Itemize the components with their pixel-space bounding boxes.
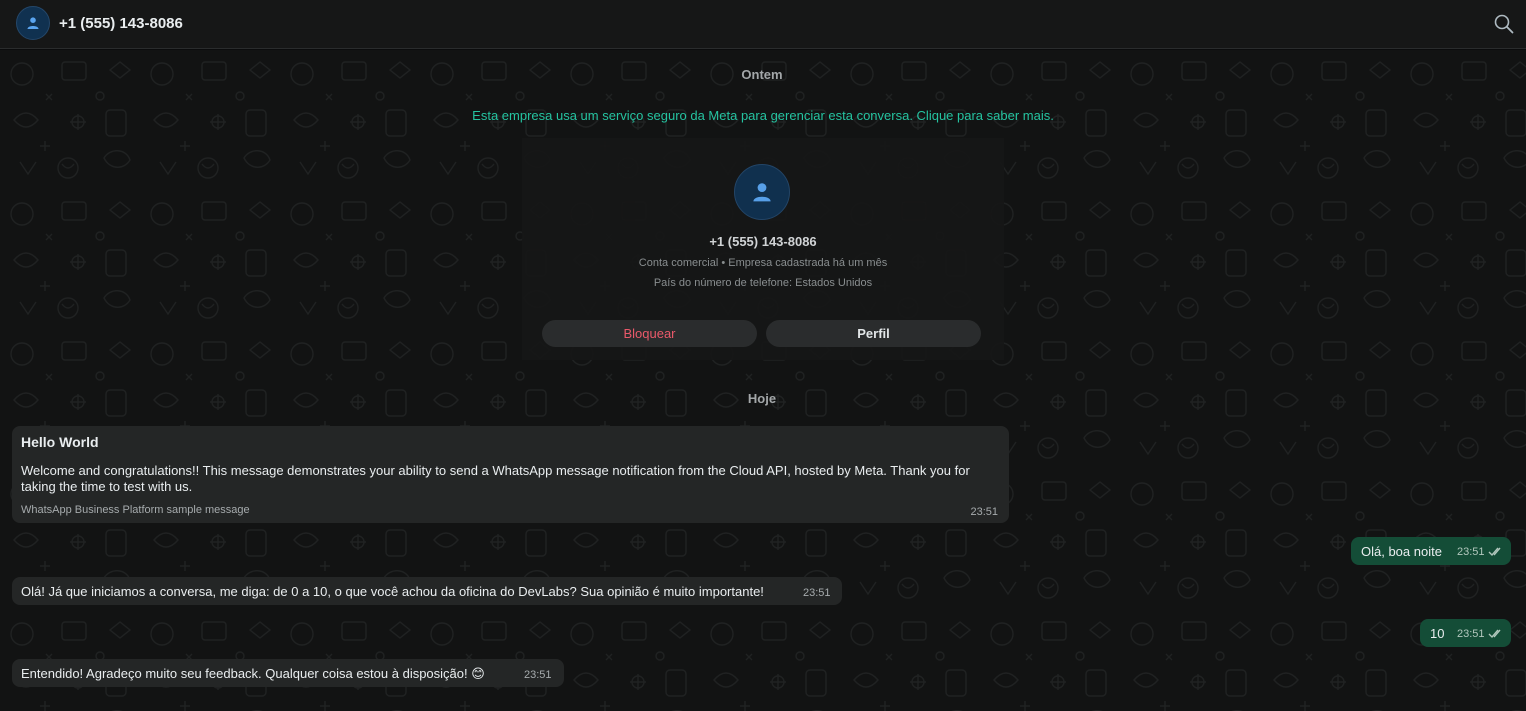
search-icon[interactable] [1493, 13, 1515, 35]
message-time: 23:51 [803, 587, 831, 599]
message-text: Olá! Já que iniciamos a conversa, me dig… [21, 584, 764, 599]
date-separator-yesterday: Ontem [741, 67, 783, 82]
read-ticks-icon [1488, 547, 1501, 557]
contact-card-country-info: País do número de telefone: Estados Unid… [653, 277, 873, 289]
message-meta: 23:51 [1457, 546, 1504, 558]
date-separator-today: Hoje [747, 391, 777, 406]
contact-avatar[interactable] [16, 6, 50, 40]
message-bubble-incoming[interactable]: Entendido! Agradeço muito seu feedback. … [12, 659, 564, 687]
message-text: Entendido! Agradeço muito seu feedback. … [21, 666, 485, 681]
read-ticks-icon [1488, 629, 1501, 639]
message-text: 10 [1430, 626, 1445, 641]
contact-info-card: +1 (555) 143-8086 Conta comercial • Empr… [522, 138, 1004, 360]
contact-name[interactable]: +1 (555) 143-8086 [59, 15, 183, 32]
meta-encryption-notice[interactable]: Esta empresa usa um serviço seguro da Me… [472, 108, 1054, 123]
profile-button[interactable]: Perfil [766, 320, 981, 347]
contact-card-name: +1 (555) 143-8086 [709, 234, 817, 249]
message-bubble-outgoing[interactable]: 10 23:51 [1420, 619, 1511, 647]
whatsapp-chat-window: +1 (555) 143-8086 Ontem Esta empresa usa… [0, 0, 1526, 711]
message-title: Hello World [21, 434, 99, 450]
message-text: Olá, boa noite [1361, 544, 1442, 559]
message-time: 23:51 [524, 669, 552, 681]
person-icon [27, 17, 39, 29]
person-icon [753, 183, 771, 202]
message-time: 23:51 [970, 506, 998, 518]
contact-card-business-info: Conta comercial • Empresa cadastrada há … [638, 257, 888, 269]
block-button[interactable]: Bloquear [542, 320, 757, 347]
message-time: 23:51 [1457, 546, 1485, 558]
message-bubble-incoming[interactable]: Hello World Welcome and congratulations!… [12, 426, 1009, 523]
message-time: 23:51 [1457, 628, 1485, 640]
message-footer: WhatsApp Business Platform sample messag… [21, 504, 250, 516]
message-bubble-outgoing[interactable]: Olá, boa noite 23:51 [1351, 537, 1511, 565]
chat-header: +1 (555) 143-8086 [0, 0, 1526, 49]
chat-messages-area[interactable]: Ontem Esta empresa usa um serviço seguro… [0, 50, 1526, 711]
message-text: Welcome and congratulations!! This messa… [21, 463, 970, 494]
contact-card-avatar [734, 164, 790, 220]
message-bubble-incoming[interactable]: Olá! Já que iniciamos a conversa, me dig… [12, 577, 842, 605]
message-meta: 23:51 [1457, 628, 1504, 640]
